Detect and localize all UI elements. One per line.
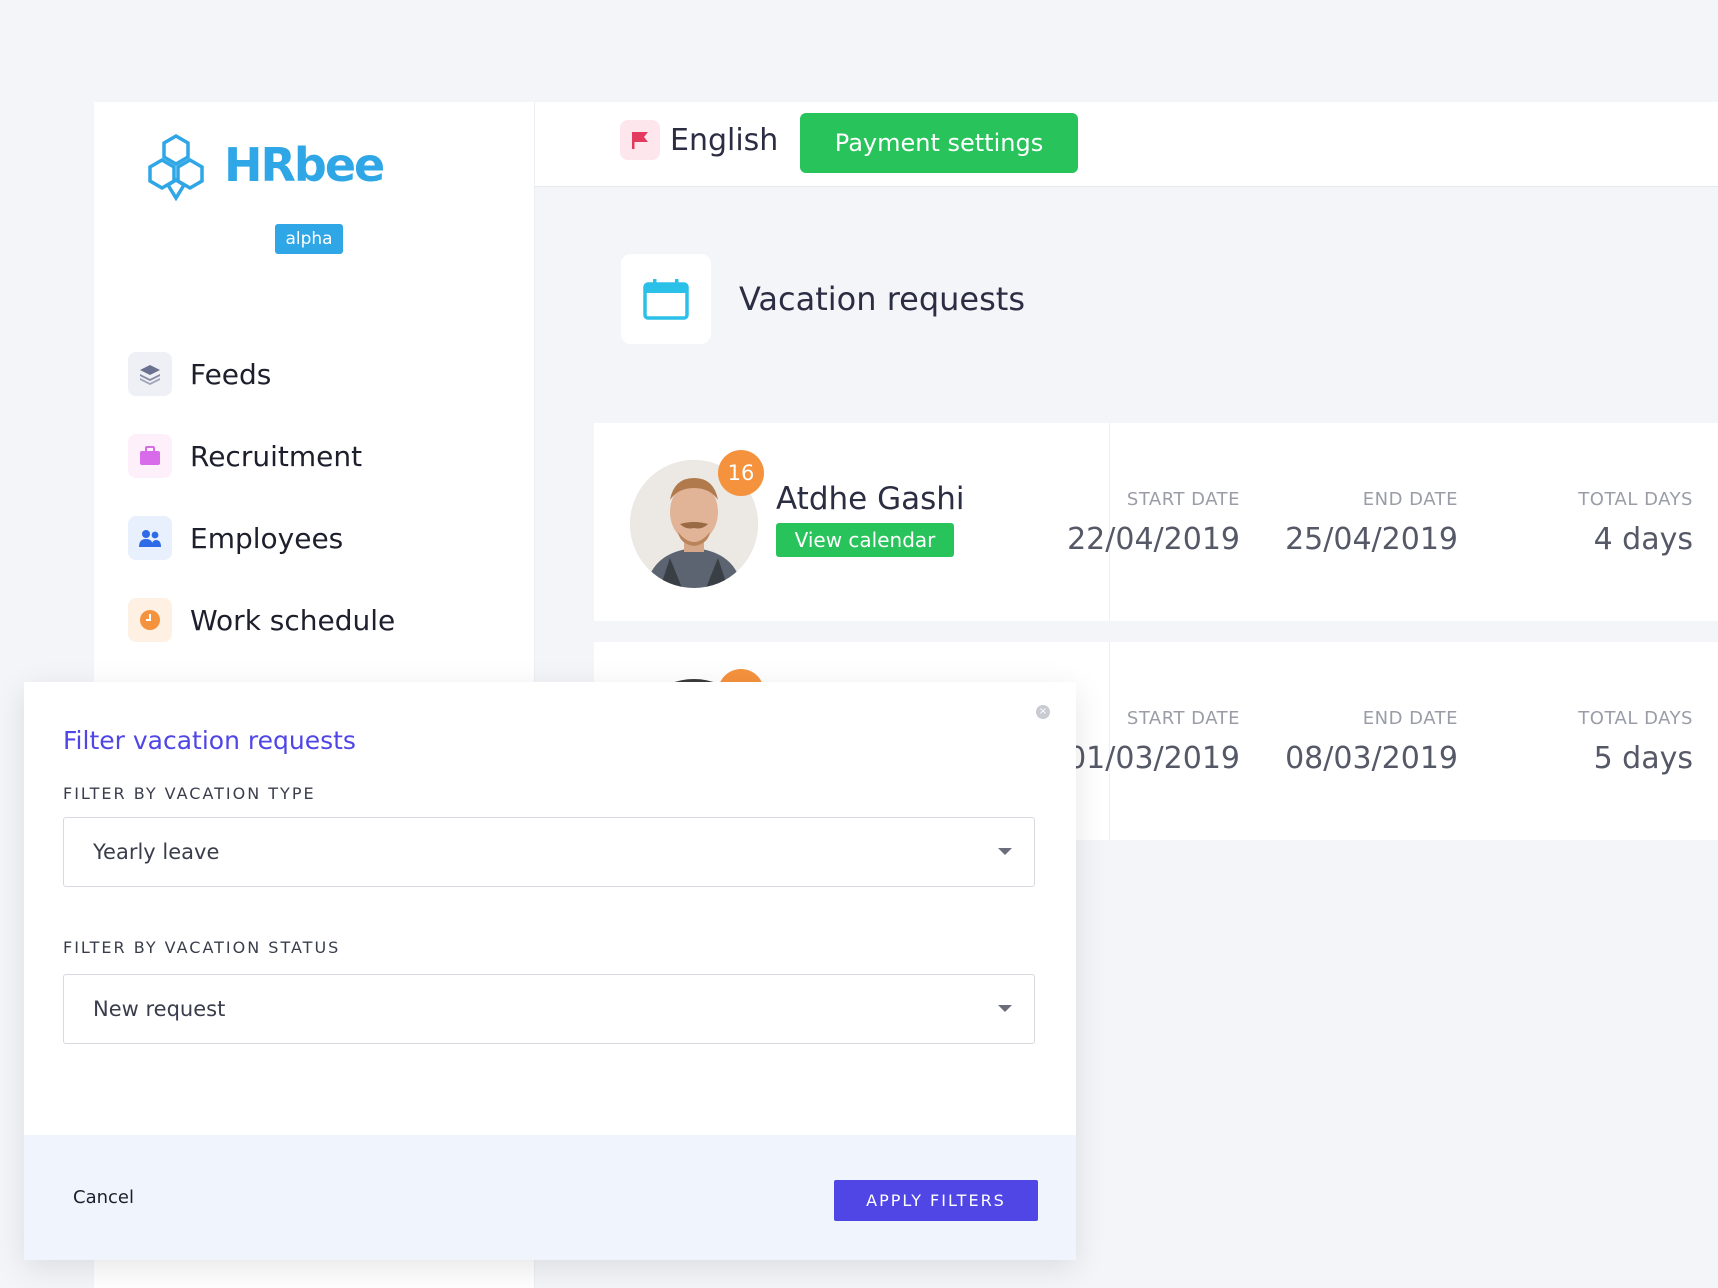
vacation-status-select[interactable]: New request xyxy=(63,974,1035,1044)
total-days-value: 5 days xyxy=(1593,741,1693,776)
logo[interactable]: HRbee alpha xyxy=(144,132,385,254)
end-date-column: END DATE 08/03/2019 xyxy=(1285,708,1458,776)
start-date-column: START DATE 01/03/2019 xyxy=(1067,708,1240,776)
vacation-status-label: FILTER BY VACATION STATUS xyxy=(63,938,341,957)
vacation-type-label: FILTER BY VACATION TYPE xyxy=(63,784,316,803)
cancel-button[interactable]: Cancel xyxy=(73,1187,134,1208)
sidebar-item-label: Recruitment xyxy=(190,439,363,473)
end-date-value: 08/03/2019 xyxy=(1285,741,1458,776)
modal-footer: Cancel APPLY FILTERS xyxy=(24,1135,1076,1260)
chevron-down-icon xyxy=(998,848,1012,855)
briefcase-icon xyxy=(128,434,172,478)
sidebar-item-label: Work schedule xyxy=(190,603,396,637)
total-days-label: TOTAL DAYS xyxy=(1578,489,1693,510)
modal-title: Filter vacation requests xyxy=(63,726,356,755)
sidebar-item-feeds[interactable]: Feeds xyxy=(128,350,271,398)
start-date-label: START DATE xyxy=(1126,708,1240,729)
filter-modal: × Filter vacation requests FILTER BY VAC… xyxy=(24,682,1076,1260)
total-days-column: TOTAL DAYS 4 days xyxy=(1578,489,1693,557)
close-icon[interactable]: × xyxy=(1036,705,1050,719)
start-date-value: 22/04/2019 xyxy=(1067,522,1240,557)
total-days-column: TOTAL DAYS 5 days xyxy=(1578,708,1693,776)
page-header: Vacation requests xyxy=(621,254,1025,344)
page-title: Vacation requests xyxy=(739,280,1025,318)
start-date-value: 01/03/2019 xyxy=(1067,741,1240,776)
employee-name: Atdhe Gashi xyxy=(776,481,965,517)
flag-icon xyxy=(620,120,660,160)
vacation-type-select[interactable]: Yearly leave xyxy=(63,817,1035,887)
language-selector[interactable]: English xyxy=(620,120,778,160)
sidebar-item-label: Employees xyxy=(190,521,344,555)
hexagon-logo-icon xyxy=(148,133,204,202)
total-days-label: TOTAL DAYS xyxy=(1578,708,1693,729)
end-date-column: END DATE 25/04/2019 xyxy=(1285,489,1458,557)
vacation-request-card[interactable]: 16 Atdhe Gashi View calendar START DATE … xyxy=(594,423,1718,621)
topbar: English Payment settings xyxy=(535,102,1718,187)
language-label: English xyxy=(670,122,779,158)
clock-icon xyxy=(128,598,172,642)
total-days-value: 4 days xyxy=(1593,522,1693,557)
vacation-status-value: New request xyxy=(93,997,226,1021)
apply-filters-button[interactable]: APPLY FILTERS xyxy=(834,1180,1038,1221)
sidebar-item-employees[interactable]: Employees xyxy=(128,514,343,562)
alpha-badge: alpha xyxy=(275,224,343,254)
start-date-column: START DATE 22/04/2019 xyxy=(1067,489,1240,557)
payment-settings-button[interactable]: Payment settings xyxy=(800,113,1078,173)
view-calendar-button[interactable]: View calendar xyxy=(776,523,954,557)
end-date-value: 25/04/2019 xyxy=(1285,522,1458,557)
sidebar-item-recruitment[interactable]: Recruitment xyxy=(128,432,362,480)
sidebar-item-work-schedule[interactable]: Work schedule xyxy=(128,596,395,644)
sidebar-item-label: Feeds xyxy=(190,357,272,391)
end-date-label: END DATE xyxy=(1362,489,1458,510)
chevron-down-icon xyxy=(998,1005,1012,1012)
layers-icon xyxy=(128,352,172,396)
brand-name: HRbee xyxy=(224,138,385,192)
users-icon xyxy=(128,516,172,560)
request-person: 16 Atdhe Gashi View calendar xyxy=(594,423,1110,621)
request-count-badge: 16 xyxy=(718,450,764,496)
vacation-type-value: Yearly leave xyxy=(93,840,220,864)
end-date-label: END DATE xyxy=(1362,708,1458,729)
start-date-label: START DATE xyxy=(1126,489,1240,510)
calendar-icon xyxy=(621,254,711,344)
